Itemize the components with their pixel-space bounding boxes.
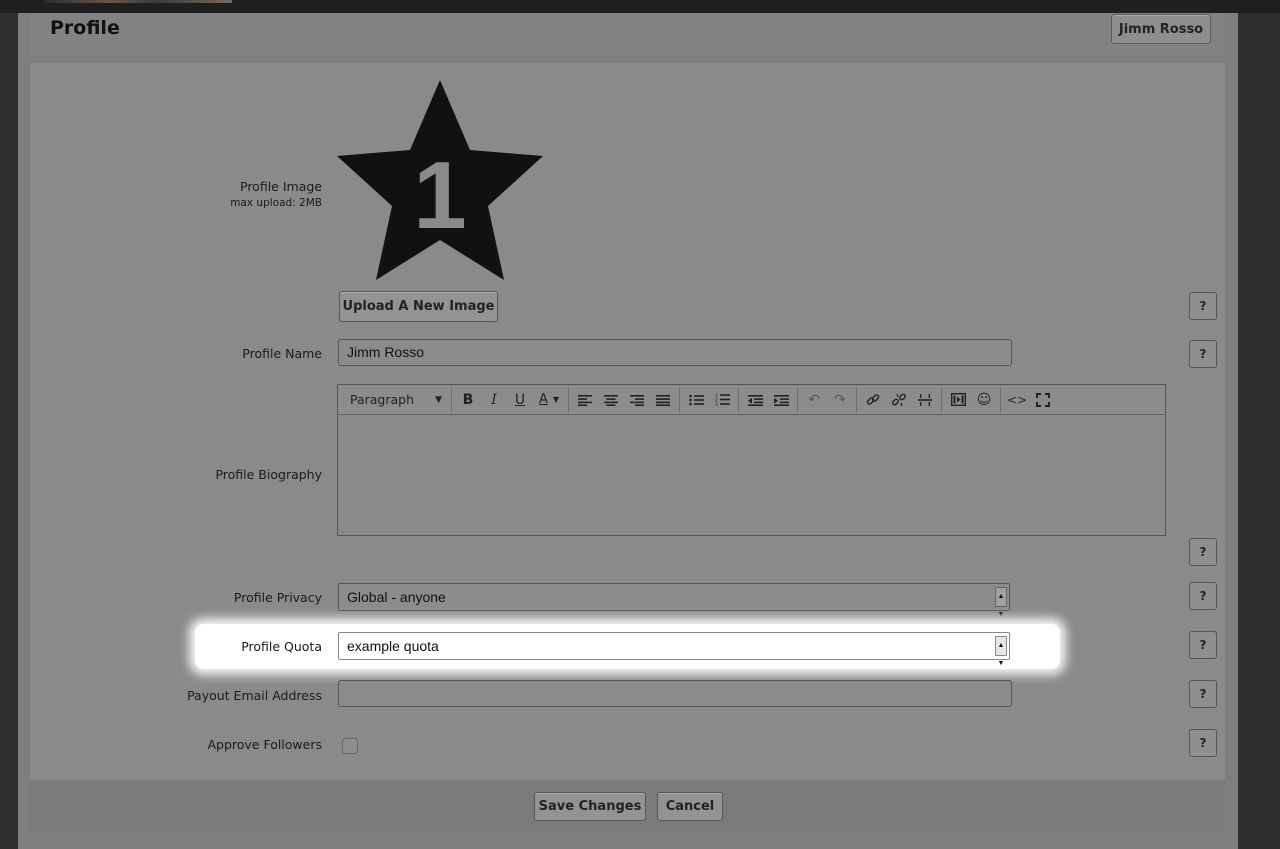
format-select-label: Paragraph — [350, 392, 415, 407]
biography-editor: Paragraph ▼ B I U A ▼ 1 2 3 ↶ ↷ ☺ <> — [337, 384, 1166, 536]
cancel-button[interactable]: Cancel — [657, 792, 723, 821]
approve-followers-checkbox[interactable] — [342, 738, 358, 754]
indent-group — [739, 387, 798, 412]
source-code-icon[interactable]: <> — [1004, 388, 1030, 412]
help-button-profile-name[interactable]: ? — [1189, 340, 1217, 368]
undo-icon[interactable]: ↶ — [801, 388, 827, 412]
history-group: ↶ ↷ — [798, 387, 857, 412]
top-bar-thumbnail — [44, 0, 232, 3]
right-backdrop — [1238, 13, 1280, 849]
profile-image-sublabel: max upload: 2MB — [230, 197, 322, 209]
user-button[interactable]: Jimm Rosso — [1111, 14, 1211, 44]
list-group: 123 — [680, 387, 739, 412]
view-group: <> — [1001, 388, 1059, 412]
profile-privacy-select[interactable]: Global - anyone ▲ ▼ — [338, 583, 1010, 618]
page-title: Profile — [50, 17, 120, 39]
emoticon-icon[interactable]: ☺ — [971, 388, 997, 412]
save-changes-button[interactable]: Save Changes — [534, 792, 646, 821]
biography-textarea[interactable] — [338, 416, 1165, 535]
profile-name-label: Profile Name — [242, 346, 322, 361]
link-group — [857, 387, 942, 412]
chevron-down-icon: ▲ ▼ — [995, 587, 1007, 618]
align-left-icon[interactable] — [572, 388, 598, 412]
horizontal-rule-icon[interactable] — [912, 388, 938, 412]
help-button-privacy[interactable]: ? — [1189, 582, 1217, 610]
profile-quota-select[interactable]: example quota ▲ ▼ — [338, 632, 1010, 667]
text-color-icon[interactable]: A ▼ — [533, 388, 565, 412]
approve-followers-label: Approve Followers — [207, 737, 322, 752]
profile-name-input[interactable]: Jimm Rosso — [338, 339, 1012, 366]
editor-toolbar: Paragraph ▼ B I U A ▼ 1 2 3 ↶ ↷ ☺ <> — [338, 385, 1165, 415]
bold-icon[interactable]: B — [455, 388, 481, 412]
upload-image-button[interactable]: Upload A New Image — [339, 291, 498, 322]
profile-privacy-label: Profile Privacy — [233, 590, 322, 605]
payout-email-input[interactable] — [338, 680, 1012, 707]
numbered-list-icon[interactable]: 123 — [709, 388, 735, 412]
bullet-list-icon[interactable] — [683, 388, 709, 412]
help-button-approve[interactable]: ? — [1189, 729, 1217, 757]
help-button-profile-image[interactable]: ? — [1189, 292, 1217, 320]
fullscreen-icon[interactable] — [1030, 388, 1056, 412]
profile-privacy-value: Global - anyone — [347, 589, 446, 605]
help-button-quota[interactable]: ? — [1189, 631, 1217, 659]
profile-image-label: Profile Image max upload: 2MB — [230, 179, 322, 209]
help-button-biography[interactable]: ? — [1189, 538, 1217, 566]
align-justify-icon[interactable] — [650, 388, 676, 412]
italic-icon[interactable]: I — [481, 388, 507, 412]
left-backdrop — [0, 13, 18, 849]
help-button-payout[interactable]: ? — [1189, 680, 1217, 708]
align-right-icon[interactable] — [624, 388, 650, 412]
align-group — [569, 387, 680, 412]
redo-icon[interactable]: ↷ — [827, 388, 853, 412]
profile-quota-value: example quota — [347, 638, 439, 654]
profile-image-number: 1 — [413, 142, 466, 249]
format-select[interactable]: Paragraph ▼ — [344, 388, 448, 412]
insert-group: ☺ — [942, 387, 1001, 412]
chevron-down-icon: ▼ — [435, 394, 442, 405]
underline-icon[interactable]: U — [507, 388, 533, 412]
svg-text:3: 3 — [715, 402, 718, 406]
profile-biography-label: Profile Biography — [215, 467, 322, 482]
chevron-down-icon: ▲ ▼ — [995, 636, 1007, 667]
star-badge-icon: 1 — [337, 80, 543, 280]
media-icon[interactable] — [945, 388, 971, 412]
top-bar — [0, 0, 1280, 13]
outdent-icon[interactable] — [742, 388, 768, 412]
payout-email-label: Payout Email Address — [187, 688, 322, 703]
panel-header — [30, 13, 1225, 57]
profile-image: 1 — [337, 80, 543, 280]
format-group: Paragraph ▼ — [341, 387, 452, 412]
text-style-group: B I U A ▼ — [452, 387, 569, 412]
profile-quota-label: Profile Quota — [241, 639, 322, 654]
indent-icon[interactable] — [768, 388, 794, 412]
link-icon[interactable] — [860, 388, 886, 412]
unlink-icon[interactable] — [886, 388, 912, 412]
align-center-icon[interactable] — [598, 388, 624, 412]
